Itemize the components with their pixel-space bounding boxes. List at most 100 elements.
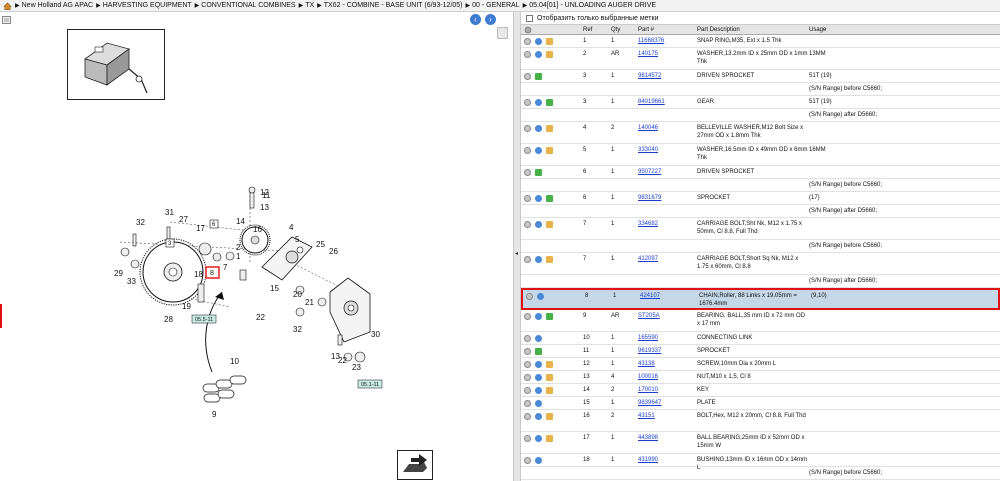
part-number-link[interactable]: 412097 (638, 255, 658, 263)
table-row[interactable]: 10 1 165590 CONNECTING LINK (521, 332, 1000, 345)
part-number-link[interactable]: 9839647 (638, 399, 661, 407)
part-number-link[interactable]: 9831679 (638, 194, 661, 202)
info-icon[interactable] (535, 361, 542, 368)
box-icon[interactable] (546, 435, 553, 442)
info-icon[interactable] (535, 435, 542, 442)
callout-12[interactable]: 12 (260, 188, 269, 197)
callout-14[interactable]: 14 (236, 217, 245, 226)
table-row[interactable]: 15 1 9839647 PLATE (521, 397, 1000, 410)
row-select-icon[interactable] (524, 435, 531, 442)
table-row[interactable]: 9 AR ST205A BEARING, BALL,35 mm ID x 72 mm … (521, 310, 1000, 332)
callout-30[interactable]: 30 (371, 330, 380, 339)
row-select-icon[interactable] (524, 374, 531, 381)
ref-tag-05-5-11[interactable]: 05.5-11 (191, 314, 217, 324)
arrow-icon[interactable] (546, 313, 553, 320)
info-icon[interactable] (535, 147, 542, 154)
table-row[interactable]: 4 2 140046 BELLEVILLE WASHER,M12 Bolt Size … (521, 122, 1000, 144)
table-row[interactable]: 16 2 43151 BOLT,Hex, M12 x 20mm, Cl 8.8, Fu… (521, 410, 1000, 432)
row-select-icon[interactable] (524, 256, 531, 263)
callout-32-duplicate[interactable]: 32 (293, 325, 302, 334)
info-icon[interactable] (535, 221, 542, 228)
arrow-icon[interactable] (546, 195, 553, 202)
table-row[interactable]: 3 1 84019661 GEAR 51T (19) (521, 96, 1000, 109)
row-select-icon[interactable] (524, 457, 531, 464)
callout-5[interactable]: 5 (295, 235, 300, 244)
info-icon[interactable] (535, 457, 542, 464)
info-icon[interactable] (535, 374, 542, 381)
box-icon[interactable] (546, 387, 553, 394)
part-number-link[interactable]: 443898 (638, 434, 658, 442)
table-row[interactable]: 7 1 334682 CARRIAGE BOLT,Sht Nk, M12 x 1.75… (521, 218, 1000, 240)
callout-26[interactable]: 26 (329, 247, 338, 256)
callout-10[interactable]: 10 (230, 357, 239, 366)
header-description[interactable]: Part Description (697, 27, 740, 33)
table-row[interactable]: 8 1 424107 CHAIN,Roller, 88 Links x 19.05mm… (521, 288, 1000, 310)
box-icon[interactable] (546, 38, 553, 45)
table-row[interactable]: 3 1 9814572 DRIVEN SPROCKET 51T (19) (521, 70, 1000, 83)
row-select-icon[interactable] (524, 348, 531, 355)
box-icon[interactable] (546, 221, 553, 228)
box-icon[interactable] (546, 256, 553, 263)
callout-23[interactable]: 23 (352, 363, 361, 372)
part-number-link[interactable]: 43138 (638, 360, 655, 368)
info-icon[interactable] (537, 293, 544, 300)
info-icon[interactable] (535, 125, 542, 132)
pane-splitter[interactable]: ◂ (513, 12, 521, 481)
header-part-number[interactable]: Part # (638, 27, 654, 33)
callout-33[interactable]: 33 (127, 277, 136, 286)
callout-17[interactable]: 17 (196, 224, 205, 233)
part-number-link[interactable]: 170010 (638, 386, 658, 394)
box-icon[interactable] (546, 51, 553, 58)
callout-15[interactable]: 15 (270, 284, 279, 293)
table-row[interactable]: (S/N Range) after D5660; (521, 109, 1000, 122)
info-icon[interactable] (535, 195, 542, 202)
part-number-link[interactable]: 165590 (638, 334, 658, 342)
callout-27[interactable]: 27 (179, 215, 188, 224)
part-number-link[interactable]: 9619337 (638, 347, 661, 355)
table-row[interactable]: 13 4 100016 NUT,M10 x 1.5, Cl 8 (521, 371, 1000, 384)
part-number-link[interactable]: 424107 (640, 292, 660, 300)
table-row[interactable]: (S/N Range) before C5660; (521, 179, 1000, 192)
breadcrumb-item[interactable]: TX (305, 2, 314, 9)
splitter-grip-icon[interactable]: ◂ (515, 250, 518, 257)
callout-7[interactable]: 7 (223, 263, 228, 272)
part-number-link[interactable]: 431990 (638, 456, 658, 464)
row-select-icon[interactable] (524, 400, 531, 407)
row-select-icon[interactable] (524, 125, 531, 132)
info-icon[interactable] (535, 38, 542, 45)
part-number-link[interactable]: 11668376 (638, 37, 664, 45)
row-select-icon[interactable] (524, 361, 531, 368)
part-number-link[interactable]: ST205A (638, 312, 660, 320)
part-number-link[interactable]: 140175 (638, 50, 658, 58)
part-number-link[interactable]: 334682 (638, 220, 658, 228)
header-usage[interactable]: Usage (809, 27, 826, 33)
callout-19[interactable]: 19 (182, 302, 191, 311)
box-icon[interactable] (546, 374, 553, 381)
table-row[interactable]: (S/N Range) before C5660; (521, 240, 1000, 253)
part-number-link[interactable]: 333040 (638, 146, 658, 154)
part-number-link[interactable]: 140046 (638, 124, 658, 132)
info-icon[interactable] (535, 256, 542, 263)
box-icon[interactable] (546, 413, 553, 420)
row-select-icon[interactable] (524, 147, 531, 154)
box-icon[interactable] (546, 361, 553, 368)
callout-13[interactable]: 13 (260, 203, 269, 212)
table-row[interactable]: (S/N Range) before C5660; (521, 83, 1000, 96)
callout-31[interactable]: 31 (165, 208, 174, 217)
arrow-icon[interactable] (535, 169, 542, 176)
row-select-icon[interactable] (524, 313, 531, 320)
callout-1[interactable]: 1 (236, 252, 241, 261)
show-selected-checkbox[interactable] (526, 14, 533, 22)
part-number-link[interactable]: 84019661 (638, 98, 665, 106)
breadcrumb-item[interactable]: HARVESTING EQUIPMENT (103, 2, 192, 9)
callout-13-duplicate[interactable]: 13 (331, 352, 340, 361)
info-icon[interactable] (535, 335, 542, 342)
callout-9[interactable]: 9 (212, 410, 217, 419)
callout-20[interactable]: 20 (293, 290, 302, 299)
row-select-icon[interactable] (524, 335, 531, 342)
arrow-icon[interactable] (546, 99, 553, 106)
table-row[interactable]: 7 1 412097 CARRIAGE BOLT,Short Sq Nk, M12 x… (521, 253, 1000, 275)
box-icon[interactable] (546, 147, 553, 154)
info-icon[interactable] (535, 51, 542, 58)
part-number-link[interactable]: 9814572 (638, 72, 661, 80)
